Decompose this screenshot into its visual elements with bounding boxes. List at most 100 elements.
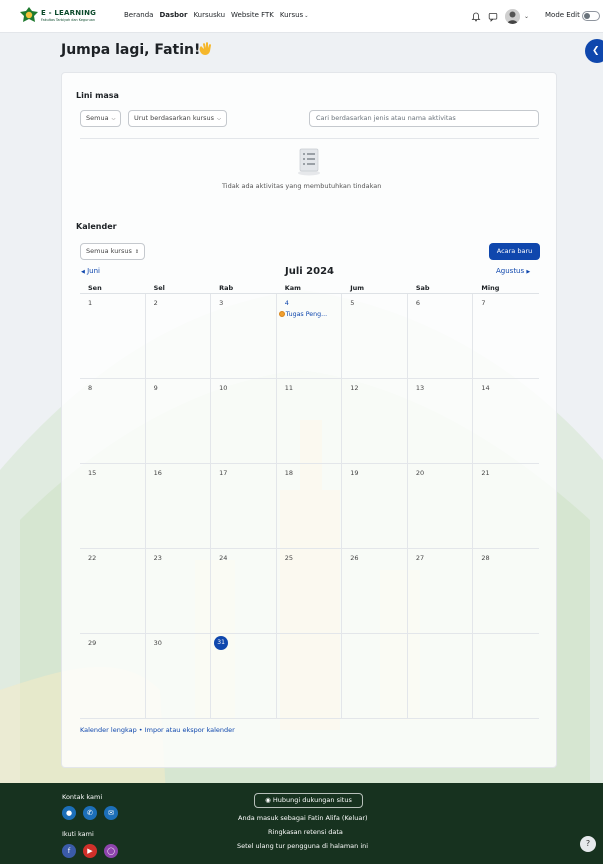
calendar-day-cell[interactable]: 25: [277, 549, 343, 633]
phone-icon[interactable]: ✆: [83, 806, 97, 820]
timeline-sort-select[interactable]: Urut berdasarkan kursus ⌵: [128, 110, 227, 127]
calendar-day-cell[interactable]: 8: [80, 379, 146, 463]
contact-support-button[interactable]: ◉ Hubungi dukungan situs: [254, 793, 363, 808]
calendar-day-cell[interactable]: 20: [408, 464, 474, 548]
calendar-day-cell[interactable]: 31: [211, 634, 277, 718]
nav-item-website-ftk[interactable]: Website FTK: [231, 11, 274, 19]
facebook-icon[interactable]: f: [62, 844, 76, 858]
nav-item-kursusku[interactable]: Kursusku: [193, 11, 225, 19]
user-menu-chevron-icon[interactable]: ⌄: [524, 13, 529, 20]
calendar-day-number: 30: [153, 639, 162, 647]
calendar-day-cell[interactable]: 7: [473, 294, 539, 378]
calendar-week-row: 15 16 17 18 19 20 21: [80, 464, 539, 549]
calendar-day-cell[interactable]: 12: [342, 379, 408, 463]
calendar-day-number: 13: [415, 384, 425, 392]
calendar-day-cell[interactable]: 17: [211, 464, 277, 548]
calendar-day-cell[interactable]: 18: [277, 464, 343, 548]
calendar-day-cell[interactable]: 27: [408, 549, 474, 633]
user-avatar[interactable]: [505, 9, 520, 24]
brand-subtitle: Fakultas Tarbiyah dan Keguruan: [41, 18, 95, 22]
nav-item-kursus-label: Kursus: [279, 11, 304, 19]
mode-edit-toggle[interactable]: [582, 11, 600, 21]
assignment-icon: [278, 311, 285, 317]
calendar-event[interactable]: Tugas Peng...: [278, 311, 327, 318]
follow-title: Ikuti kami: [62, 830, 94, 838]
mail-icon[interactable]: ✉: [104, 806, 118, 820]
calendar-day-cell[interactable]: 2: [146, 294, 212, 378]
calendar-day-cell[interactable]: 4 Tugas Peng...: [277, 294, 343, 378]
calendar-week-row: 29 30 31: [80, 634, 539, 719]
open-block-drawer-button[interactable]: ❮: [585, 39, 603, 63]
calendar-day-cell[interactable]: 11: [277, 379, 343, 463]
calendar-day-cell[interactable]: 24: [211, 549, 277, 633]
calendar-day-cell[interactable]: 26: [342, 549, 408, 633]
calendar-day-cell[interactable]: 16: [146, 464, 212, 548]
calendar-day-cell[interactable]: 23: [146, 549, 212, 633]
calendar-course-label: Semua kursus: [86, 247, 132, 255]
calendar-day-number: 10: [219, 384, 228, 392]
calendar-day-cell[interactable]: 5: [342, 294, 408, 378]
youtube-icon[interactable]: ▶: [83, 844, 97, 858]
nav-item-dasbor[interactable]: Dasbor: [159, 11, 187, 19]
timeline-title: Lini masa: [76, 91, 119, 100]
calendar-day-number: 15: [88, 469, 97, 477]
calendar-day-cell[interactable]: 15: [80, 464, 146, 548]
calendar-day-cell[interactable]: 14: [473, 379, 539, 463]
logged-in-text[interactable]: Anda masuk sebagai Fatin Alifa (Keluar): [238, 814, 368, 822]
select-arrows-icon: ⇕: [134, 249, 140, 255]
calendar-footer-links[interactable]: Kalender lengkap • Impor atau ekspor kal…: [80, 726, 235, 734]
calendar-day-cell[interactable]: 29: [80, 634, 146, 718]
calendar-day-number: 11: [284, 384, 293, 392]
contact-title: Kontak kami: [62, 793, 103, 801]
previous-month-link[interactable]: ◀ Juni: [81, 267, 100, 275]
calendar-day-number: 28: [481, 554, 490, 562]
timeline-search-input[interactable]: Cari berdasarkan jenis atau nama aktivit…: [309, 110, 539, 127]
chevron-down-icon: ⌄: [304, 13, 309, 19]
calendar-day-cell: [473, 634, 539, 718]
calendar-day-cell[interactable]: 9: [146, 379, 212, 463]
new-event-button[interactable]: Acara baru: [489, 243, 540, 260]
page-greeting: Jumpa lagi, Fatin!: [61, 42, 201, 58]
previous-month-label: Juni: [87, 267, 100, 275]
calendar-grid: Sen Sel Rab Kam Jum Sab Ming 1 2 3 4 Tugas P…: [80, 282, 539, 719]
instagram-icon[interactable]: ◯: [104, 844, 118, 858]
calendar-day-cell[interactable]: 21: [473, 464, 539, 548]
calendar-course-select[interactable]: Semua kursus ⇕: [80, 243, 146, 260]
calendar-day-cell[interactable]: 13: [408, 379, 474, 463]
reset-tour-link[interactable]: Setel ulang tur pengguna di halaman ini: [237, 842, 368, 850]
timeline-filter-select[interactable]: Semua ⌵: [80, 110, 122, 127]
calendar-day-cell[interactable]: 10: [211, 379, 277, 463]
calendar-day-cell: [408, 634, 474, 718]
mode-edit-label: Mode Edit: [545, 11, 580, 19]
calendar-day-cell[interactable]: 28: [473, 549, 539, 633]
arrow-right-icon: ▶: [526, 269, 531, 275]
nav-item-beranda[interactable]: Beranda: [124, 11, 153, 19]
calendar-day-cell[interactable]: 1: [80, 294, 146, 378]
calendar-day-cell[interactable]: 22: [80, 549, 146, 633]
calendar-day-number: 19: [350, 469, 359, 477]
calendar-day-number: 12: [350, 384, 359, 392]
calendar-day-number: 23: [153, 554, 162, 562]
timeline-sort-label: Urut berdasarkan kursus: [134, 114, 215, 122]
calendar-day-number: 25: [284, 554, 293, 562]
help-button[interactable]: ?: [580, 836, 596, 852]
next-month-link[interactable]: Agustus ▶: [496, 267, 530, 275]
calendar-day-cell[interactable]: 3: [211, 294, 277, 378]
user-photo-icon: [505, 9, 520, 24]
calendar-day-number: 24: [219, 554, 228, 562]
calendar-day-cell[interactable]: 30: [146, 634, 212, 718]
waving-hand-icon: [199, 42, 211, 55]
nav-item-kursus[interactable]: Kursus⌄: [280, 11, 309, 19]
calendar-today-number: 31: [214, 636, 229, 650]
calendar-day-number: 3: [219, 299, 224, 307]
calendar-day-cell: [342, 634, 408, 718]
notification-bell-icon[interactable]: [471, 12, 481, 22]
next-month-label: Agustus: [496, 267, 525, 275]
data-retention-link[interactable]: Ringkasan retensi data: [268, 828, 343, 836]
calendar-day-cell[interactable]: 19: [342, 464, 408, 548]
messages-icon[interactable]: [488, 12, 498, 22]
weekday-label: Sab: [415, 284, 430, 292]
globe-icon[interactable]: ●: [62, 806, 76, 820]
calendar-day-cell[interactable]: 6: [408, 294, 474, 378]
university-logo[interactable]: [20, 7, 38, 25]
